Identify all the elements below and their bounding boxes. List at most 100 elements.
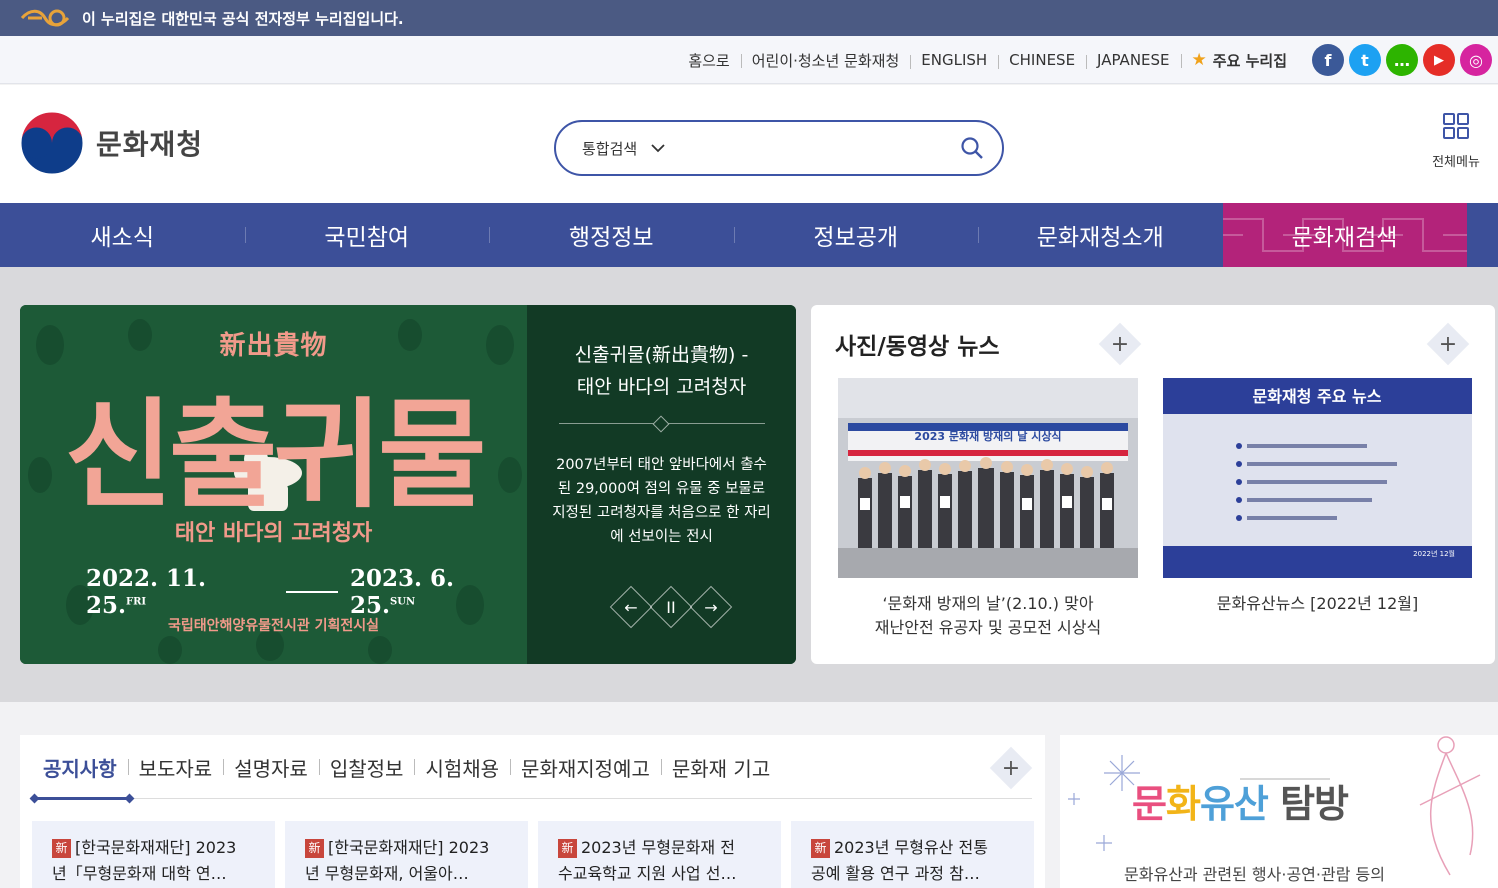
banner-title: 신출귀물(新出貴物) - 태안 바다의 고려청자 (527, 339, 796, 403)
all-menu-button[interactable]: 전체메뉴 (1428, 113, 1484, 170)
notice-card[interactable]: 新 [한국문화재재단] 2023 년 무형문화재, 어울아… (285, 821, 528, 888)
gnb-item-admin-info[interactable]: 행정정보 (489, 203, 734, 267)
notice-board: 공지사항 보도자료 설명자료 입찰정보 시험채용 문화재지정예고 문화재 기고 … (20, 735, 1045, 888)
heritage-tour-banner[interactable]: 문화유산 탐방 문화유산과 관련된 행사·공연·관람 등의 (1060, 735, 1498, 888)
photo-news-panel: 사진/동영상 뉴스 + + 2023 문화재 방재의 날 시상식 ‘문화재 방재… (811, 305, 1495, 664)
heritage-tour-title-part1: 문 (1132, 782, 1167, 826)
arrow-left-icon: ← (624, 597, 638, 617)
star-icon: ★ (1191, 50, 1207, 70)
utility-bar: 홈으로 어린이·청소년 문화재청 ENGLISH CHINESE JAPANES… (0, 36, 1498, 84)
util-link-japanese[interactable]: JAPANESE (1086, 51, 1180, 69)
plus-icon: + (1001, 755, 1021, 781)
tab-explanations[interactable]: 설명자료 (223, 753, 319, 782)
notice-card-line2: 공예 활용 연구 과정 참… (811, 864, 980, 883)
util-link-english[interactable]: ENGLISH (910, 51, 998, 69)
facebook-icon[interactable]: f (1312, 44, 1344, 76)
bottom-area: 공지사항 보도자료 설명자료 입찰정보 시험채용 문화재지정예고 문화재 기고 … (0, 702, 1498, 888)
search-icon (961, 137, 983, 159)
tab-press[interactable]: 보도자료 (127, 753, 224, 782)
util-link-home[interactable]: 홈으로 (677, 50, 740, 71)
grid-icon (1443, 113, 1469, 139)
video-news-more-button[interactable]: + (1431, 327, 1465, 361)
photo-news-image: 2023 문화재 방재의 날 시상식 (838, 378, 1138, 578)
video-news-card[interactable]: 문화재청 주요 뉴스 2022년 12월 문화유산뉴스 [2022년 12월] (1163, 378, 1472, 616)
photo-news-caption-line2: 재난안전 유공자 및 공모전 시상식 (874, 618, 1102, 637)
banner-prev-button[interactable]: ← (611, 587, 651, 627)
notice-card-line2: 수교육학교 지원 사업 선… (558, 864, 737, 883)
notice-card-line2: 년「무형문화재 대학 연… (52, 864, 227, 883)
instagram-icon[interactable]: ◎ (1460, 44, 1492, 76)
site-logo[interactable]: 문화재청 (20, 111, 203, 175)
gnb-item-disclosure[interactable]: 정보공개 (733, 203, 979, 267)
favorite-sites-button[interactable]: ★ 주요 누리집 (1180, 50, 1298, 71)
banner-pause-button[interactable]: II (651, 587, 691, 627)
chevron-down-icon (651, 144, 665, 153)
tab-contributions[interactable]: 문화재 기고 (660, 753, 781, 782)
photo-news-caption-line1: ‘문화재 방재의 날’(2.10.) 맞아 (882, 594, 1094, 613)
poster-date-start-day: FRI (126, 596, 147, 608)
tab-designation-notice[interactable]: 문화재지정예고 (510, 753, 661, 782)
video-news-image: 문화재청 주요 뉴스 2022년 12월 (1163, 378, 1472, 578)
heritage-tour-title: 문화유산 탐방 (1132, 773, 1349, 828)
new-badge: 新 (558, 839, 577, 858)
gnb-item-heritage-search[interactable]: 문화재검색 (1222, 203, 1467, 267)
search-scope-select[interactable]: 통합검색 (582, 138, 665, 159)
gnb-item-about[interactable]: 문화재청소개 (978, 203, 1223, 267)
poster-date-end: 2023. 6. 25. (349, 565, 455, 619)
notice-card-line1: [한국문화재재단] 2023 (75, 838, 237, 857)
notice-card[interactable]: 新 2023년 무형유산 전통 공예 활용 연구 과정 참… (791, 821, 1034, 888)
poster-date-end-day: SUN (390, 596, 416, 608)
gnb-item-participation[interactable]: 국민참여 (244, 203, 490, 267)
tab-recruitment[interactable]: 시험채용 (414, 753, 510, 782)
gov-banner-text: 이 누리집은 대한민국 공식 전자정부 누리집입니다. (82, 9, 404, 28)
notice-card-line1: 2023년 무형유산 전통 (834, 838, 988, 857)
photo-banner-text: 2023 문화재 방재의 날 시상식 (914, 429, 1061, 443)
twitter-icon[interactable]: t (1349, 44, 1381, 76)
logo-text: 문화재청 (96, 128, 204, 161)
search-scope-label: 통합검색 (582, 139, 638, 158)
taegeuk-logo-icon (20, 111, 84, 175)
notice-list: 新 [한국문화재재단] 2023 년「무형문화재 대학 연… 新 [한국문화재재단]… (32, 821, 1034, 888)
search-button[interactable] (952, 128, 992, 168)
banner-controls: ← II → (611, 587, 731, 627)
main-navigation: 새소식 국민참여 행정정보 정보공개 문화재청소개 문화재검색 (0, 203, 1498, 267)
photo-news-caption: ‘문화재 방재의 날’(2.10.) 맞아 재난안전 유공자 및 공모전 시상식 (838, 592, 1138, 640)
plus-icon: + (1110, 331, 1130, 357)
tab-notices[interactable]: 공지사항 (32, 753, 128, 782)
notice-card-line1: [한국문화재재단] 2023 (328, 838, 490, 857)
tab-bids[interactable]: 입찰정보 (318, 753, 415, 782)
photo-news-card[interactable]: 2023 문화재 방재의 날 시상식 ‘문화재 방재의 날’(2.10.) 맞아… (838, 378, 1138, 640)
photo-news-more-button[interactable]: + (1103, 327, 1137, 361)
gnb-item-heritage-search-label: 문화재검색 (1291, 225, 1398, 251)
util-link-chinese[interactable]: CHINESE (998, 51, 1086, 69)
arrow-right-icon: → (704, 597, 718, 617)
banner-info-panel: 신출귀물(新出貴物) - 태안 바다의 고려청자 2007년부터 태안 앞바다에… (527, 305, 796, 664)
heritage-tour-title-part4: 탐방 (1280, 782, 1349, 826)
diamond-ornament-icon (652, 415, 670, 433)
video-news-caption-line1: 문화유산뉴스 [2022년 12월] (1216, 594, 1419, 613)
video-news-caption: 문화유산뉴스 [2022년 12월] (1163, 592, 1472, 616)
gnb-item-news[interactable]: 새소식 (0, 203, 245, 267)
notice-card[interactable]: 新 2023년 무형문화재 전 수교육학교 지원 사업 선… (538, 821, 781, 888)
poster-main-title: 신출귀물 (64, 386, 486, 524)
egov-logo-icon (20, 6, 72, 30)
notice-tabs: 공지사항 보도자료 설명자료 입찰정보 시험채용 문화재지정예고 문화재 기고 (32, 753, 781, 782)
banner-description: 2007년부터 태안 앞바다에서 출수된 29,000여 점의 유물 중 보물로… (552, 457, 771, 545)
blog-icon[interactable]: … (1386, 44, 1418, 76)
heritage-tour-title-part3: 유산 (1199, 782, 1269, 826)
search-input[interactable] (681, 128, 952, 168)
exhibition-banner[interactable]: 新出貴物 신출귀물 태안 바다의 고려청자 2022. 11. 25.FRI 2… (20, 305, 796, 664)
all-menu-label: 전체메뉴 (1432, 155, 1480, 170)
date-separator (286, 591, 338, 593)
notice-more-button[interactable]: + (994, 751, 1028, 785)
video-news-image-date: 2022년 12월 (1413, 549, 1455, 558)
youtube-icon[interactable]: ▶ (1423, 44, 1455, 76)
new-badge: 新 (305, 839, 324, 858)
gov-banner: 이 누리집은 대한민국 공식 전자정부 누리집입니다. (0, 0, 1498, 36)
heritage-tour-title-part2: 화 (1165, 782, 1201, 826)
util-link-kids[interactable]: 어린이·청소년 문화재청 (740, 50, 911, 71)
banner-next-button[interactable]: → (691, 587, 731, 627)
main-visual-area: 新出貴物 신출귀물 태안 바다의 고려청자 2022. 11. 25.FRI 2… (0, 267, 1498, 702)
video-news-image-title: 문화재청 주요 뉴스 (1253, 387, 1382, 406)
notice-card[interactable]: 新 [한국문화재재단] 2023 년「무형문화재 대학 연… (32, 821, 275, 888)
